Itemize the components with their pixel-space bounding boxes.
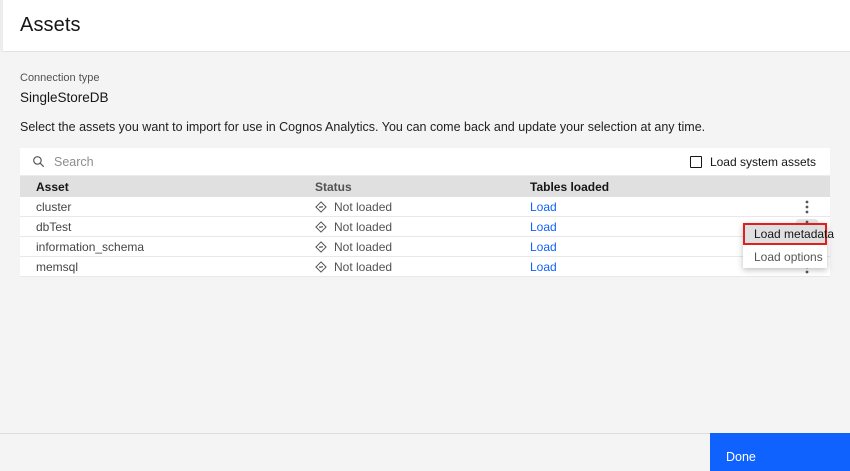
not-loaded-icon bbox=[315, 240, 327, 253]
asset-name: information_schema bbox=[36, 239, 145, 254]
not-loaded-icon bbox=[315, 200, 327, 213]
not-loaded-icon bbox=[315, 260, 327, 273]
panel-footer: Done bbox=[0, 433, 850, 471]
overflow-context-menu: Load metadata Load options bbox=[743, 223, 834, 268]
load-system-assets-checkbox[interactable]: Load system assets bbox=[689, 154, 830, 169]
done-button[interactable]: Done bbox=[710, 433, 850, 471]
description-text: Select the assets you want to import for… bbox=[20, 120, 706, 134]
status-text: Not loaded bbox=[334, 239, 393, 254]
search-input[interactable] bbox=[54, 154, 354, 169]
panel-edge bbox=[0, 0, 3, 52]
status-text: Not loaded bbox=[334, 199, 393, 214]
assets-import-dialog: Assets Connection type SingleStoreDB Sel… bbox=[0, 0, 850, 471]
load-link[interactable]: Load bbox=[530, 260, 557, 274]
panel-header: Assets bbox=[0, 0, 850, 52]
asset-name: memsql bbox=[36, 259, 79, 274]
overflow-dots-icon bbox=[805, 200, 809, 213]
column-header-asset: Asset bbox=[36, 179, 69, 194]
table-header-row: Asset Status Tables loaded bbox=[20, 176, 830, 197]
table-row[interactable]: cluster Not loaded Load bbox=[20, 197, 830, 217]
connection-type-label: Connection type bbox=[20, 72, 100, 84]
page-title: Assets bbox=[20, 14, 81, 36]
status-text: Not loaded bbox=[334, 219, 393, 234]
menu-item-load-metadata[interactable]: Load metadata bbox=[743, 223, 834, 245]
search-box[interactable] bbox=[20, 154, 690, 169]
overflow-menu-button[interactable] bbox=[796, 199, 818, 215]
asset-name: dbTest bbox=[36, 219, 72, 234]
table-row[interactable]: memsql Not loaded Load bbox=[20, 257, 830, 277]
panel-body: Connection type SingleStoreDB Select the… bbox=[0, 72, 850, 277]
table-row[interactable]: information_schema Not loaded Load bbox=[20, 237, 830, 257]
load-link[interactable]: Load bbox=[530, 240, 557, 254]
load-system-assets-label: Load system assets bbox=[709, 154, 816, 169]
assets-table-panel: Load system assets Asset Status Tables l… bbox=[20, 148, 830, 277]
checkbox-icon[interactable] bbox=[689, 155, 702, 168]
asset-name: cluster bbox=[36, 199, 72, 214]
connection-type-value: SingleStoreDB bbox=[20, 90, 109, 105]
column-header-status: Status bbox=[315, 179, 352, 194]
table-toolbar: Load system assets bbox=[20, 148, 830, 176]
search-icon bbox=[33, 156, 45, 168]
not-loaded-icon bbox=[315, 220, 327, 233]
load-link[interactable]: Load bbox=[530, 220, 557, 234]
table-body: cluster Not loaded Load dbTest Not loade… bbox=[20, 197, 830, 277]
table-row[interactable]: dbTest Not loaded Load bbox=[20, 217, 830, 237]
status-text: Not loaded bbox=[334, 259, 393, 274]
load-link[interactable]: Load bbox=[530, 200, 557, 214]
column-header-tables-loaded: Tables loaded bbox=[530, 179, 610, 194]
menu-item-load-options[interactable]: Load options bbox=[743, 245, 827, 268]
